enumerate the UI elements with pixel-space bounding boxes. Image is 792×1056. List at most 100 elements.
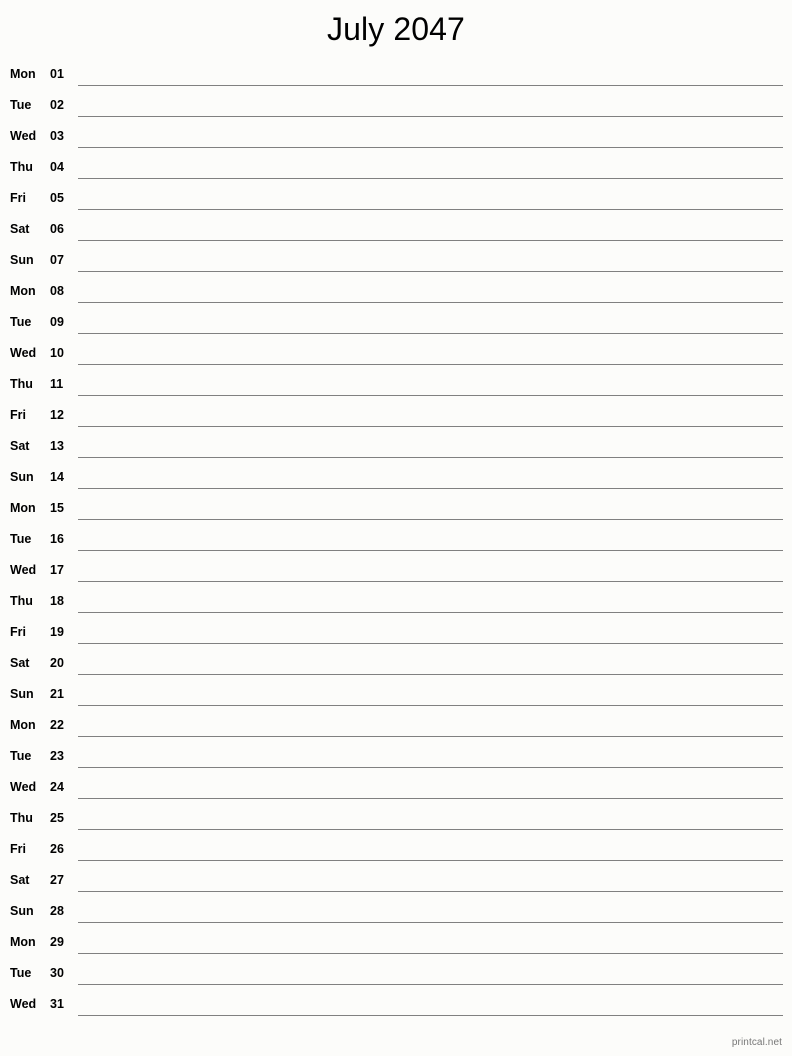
day-row: Tue 09 <box>0 310 792 341</box>
day-weekday-label: Wed <box>10 563 37 577</box>
day-row: Sun 07 <box>0 248 792 279</box>
day-row: Mon 08 <box>0 279 792 310</box>
day-weekday-label: Thu <box>10 377 33 391</box>
day-weekday-label: Mon <box>10 718 36 732</box>
day-weekday-label: Thu <box>10 160 33 174</box>
day-weekday-label: Tue <box>10 532 32 546</box>
day-row: Fri 05 <box>0 186 792 217</box>
day-writing-line[interactable] <box>78 209 783 210</box>
day-number-label: 27 <box>50 873 64 887</box>
day-weekday-label: Sun <box>10 904 34 918</box>
day-writing-line[interactable] <box>78 829 783 830</box>
day-number-label: 16 <box>50 532 64 546</box>
day-writing-line[interactable] <box>78 953 783 954</box>
day-number-label: 02 <box>50 98 64 112</box>
day-writing-line[interactable] <box>78 922 783 923</box>
day-writing-line[interactable] <box>78 395 783 396</box>
day-writing-line[interactable] <box>78 860 783 861</box>
day-writing-line[interactable] <box>78 178 783 179</box>
day-row: Thu 18 <box>0 589 792 620</box>
day-number-label: 09 <box>50 315 64 329</box>
day-row: Fri 26 <box>0 837 792 868</box>
day-row: Mon 22 <box>0 713 792 744</box>
day-writing-line[interactable] <box>78 147 783 148</box>
day-weekday-label: Mon <box>10 284 36 298</box>
day-row: Thu 11 <box>0 372 792 403</box>
day-number-label: 12 <box>50 408 64 422</box>
day-weekday-label: Sat <box>10 656 30 670</box>
day-writing-line[interactable] <box>78 984 783 985</box>
day-writing-line[interactable] <box>78 240 783 241</box>
day-weekday-label: Tue <box>10 315 32 329</box>
day-row: Sat 13 <box>0 434 792 465</box>
day-number-label: 25 <box>50 811 64 825</box>
day-row: Sun 28 <box>0 899 792 930</box>
day-weekday-label: Sat <box>10 873 30 887</box>
day-weekday-label: Fri <box>10 625 26 639</box>
day-writing-line[interactable] <box>78 1015 783 1016</box>
day-number-label: 23 <box>50 749 64 763</box>
day-weekday-label: Sun <box>10 470 34 484</box>
day-writing-line[interactable] <box>78 364 783 365</box>
day-number-label: 15 <box>50 501 64 515</box>
day-writing-line[interactable] <box>78 85 783 86</box>
day-writing-line[interactable] <box>78 271 783 272</box>
day-weekday-label: Wed <box>10 780 37 794</box>
day-weekday-label: Tue <box>10 966 32 980</box>
day-row: Sat 06 <box>0 217 792 248</box>
footer-credit: printcal.net <box>731 1037 782 1048</box>
day-weekday-label: Mon <box>10 501 36 515</box>
day-weekday-label: Tue <box>10 749 32 763</box>
day-row: Tue 23 <box>0 744 792 775</box>
day-number-label: 26 <box>50 842 64 856</box>
day-writing-line[interactable] <box>78 302 783 303</box>
day-row: Fri 19 <box>0 620 792 651</box>
day-writing-line[interactable] <box>78 612 783 613</box>
page-title: July 2047 <box>327 11 465 47</box>
day-number-label: 19 <box>50 625 64 639</box>
day-row: Wed 31 <box>0 992 792 1023</box>
day-writing-line[interactable] <box>78 426 783 427</box>
day-weekday-label: Wed <box>10 346 37 360</box>
day-number-label: 31 <box>50 997 64 1011</box>
day-writing-line[interactable] <box>78 767 783 768</box>
day-writing-line[interactable] <box>78 488 783 489</box>
calendar-page: July 2047 Mon 01 Tue 02 Wed 03 Thu 04 Fri 05 Sat 06… <box>0 0 792 1056</box>
day-writing-line[interactable] <box>78 116 783 117</box>
day-number-label: 03 <box>50 129 64 143</box>
day-row: Sun 21 <box>0 682 792 713</box>
day-number-label: 17 <box>50 563 64 577</box>
day-writing-line[interactable] <box>78 519 783 520</box>
day-weekday-label: Thu <box>10 594 33 608</box>
day-writing-line[interactable] <box>78 550 783 551</box>
day-row: Sat 27 <box>0 868 792 899</box>
day-number-label: 08 <box>50 284 64 298</box>
day-writing-line[interactable] <box>78 705 783 706</box>
day-row: Fri 12 <box>0 403 792 434</box>
day-weekday-label: Tue <box>10 98 32 112</box>
day-row: Sun 14 <box>0 465 792 496</box>
day-writing-line[interactable] <box>78 736 783 737</box>
day-row: Sat 20 <box>0 651 792 682</box>
day-weekday-label: Wed <box>10 129 37 143</box>
day-row: Wed 10 <box>0 341 792 372</box>
day-writing-line[interactable] <box>78 333 783 334</box>
day-weekday-label: Mon <box>10 935 36 949</box>
day-number-label: 11 <box>50 377 64 391</box>
day-number-label: 13 <box>50 439 64 453</box>
day-writing-line[interactable] <box>78 581 783 582</box>
day-number-label: 24 <box>50 780 64 794</box>
day-row: Mon 15 <box>0 496 792 527</box>
day-writing-line[interactable] <box>78 674 783 675</box>
day-writing-line[interactable] <box>78 798 783 799</box>
day-writing-line[interactable] <box>78 457 783 458</box>
day-row: Tue 02 <box>0 93 792 124</box>
day-writing-line[interactable] <box>78 643 783 644</box>
day-number-label: 14 <box>50 470 64 484</box>
day-row: Thu 04 <box>0 155 792 186</box>
day-writing-line[interactable] <box>78 891 783 892</box>
day-row: Mon 01 <box>0 62 792 93</box>
day-weekday-label: Sun <box>10 253 34 267</box>
day-row: Mon 29 <box>0 930 792 961</box>
day-weekday-label: Mon <box>10 67 36 81</box>
